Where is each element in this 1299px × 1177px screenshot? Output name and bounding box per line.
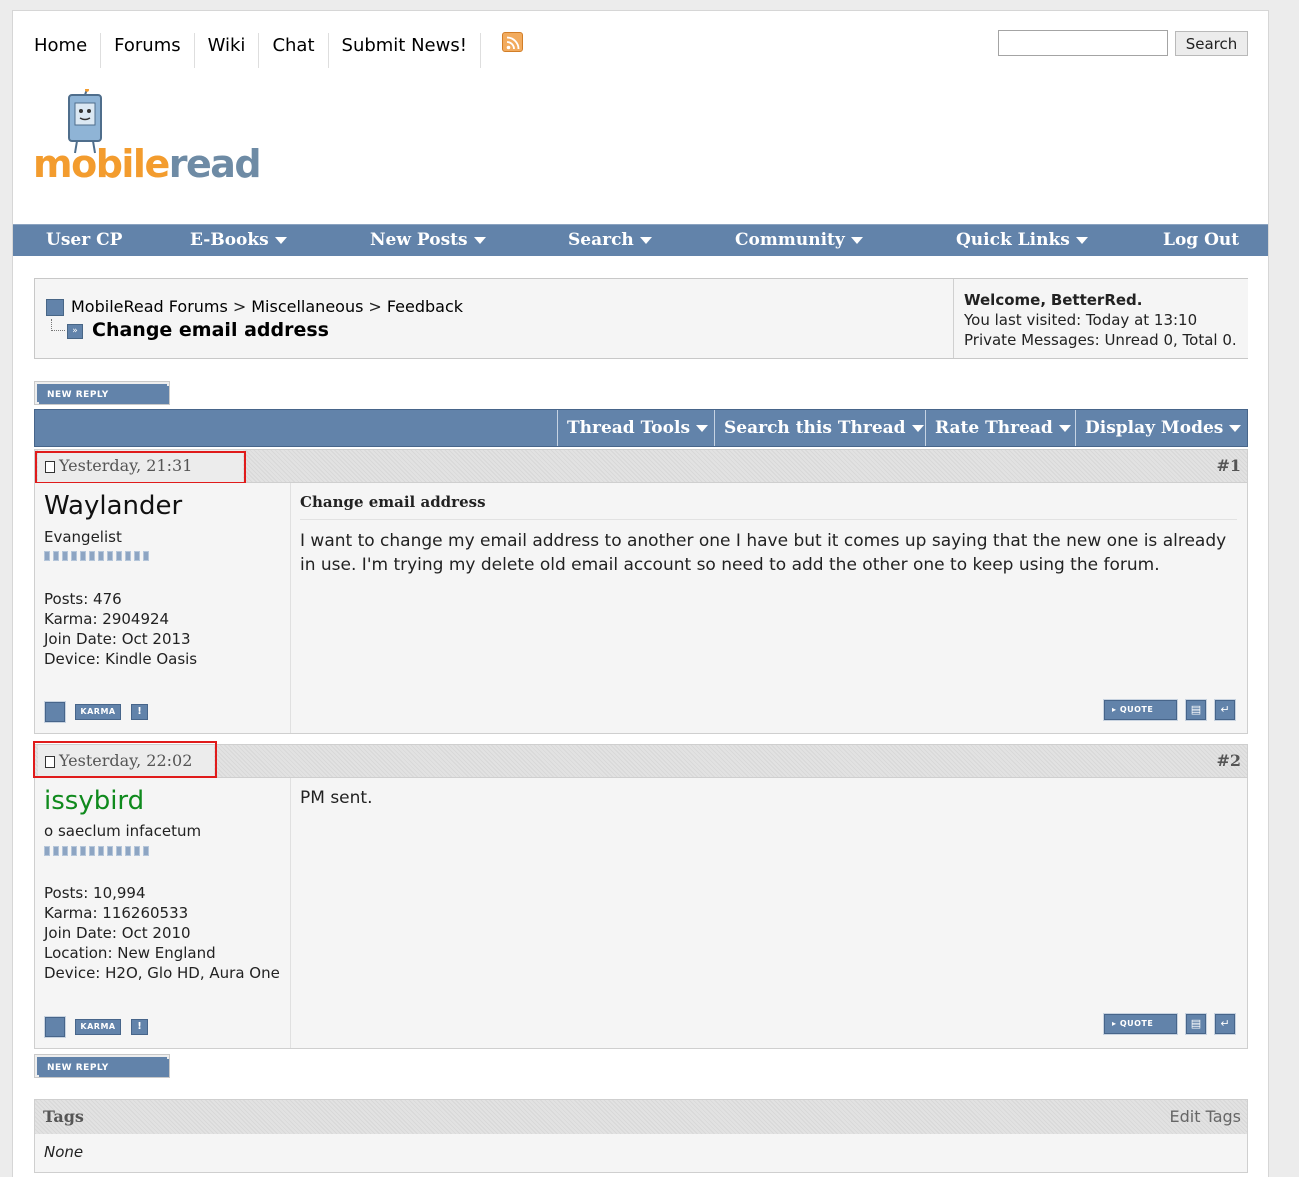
page-container: Home Forums Wiki Chat Submit News! Searc… xyxy=(12,10,1269,1177)
navigation-box: MobileRead Forums > Miscellaneous > Feedback… xyxy=(34,278,1248,359)
highlight-box xyxy=(35,451,246,484)
top-navigation: Home Forums Wiki Chat Submit News! xyxy=(21,33,481,71)
title-divider xyxy=(300,519,1237,520)
rss-icon[interactable] xyxy=(502,32,523,52)
nav-wiki-link[interactable]: Wiki xyxy=(195,33,260,68)
welcome-username[interactable]: BetterRed. xyxy=(1051,291,1143,309)
last-visited: You last visited: Today at 13:10 xyxy=(964,311,1198,329)
user-title: o saeclum infacetum xyxy=(44,822,202,840)
highlight-box xyxy=(33,741,217,778)
post-number[interactable]: #2 xyxy=(1216,745,1241,777)
reputation-bar xyxy=(44,846,149,858)
karma-button[interactable]: KARMA xyxy=(75,704,121,720)
tags-panel: Tags Edit Tags None xyxy=(34,1099,1248,1173)
logo-text: mobileread xyxy=(33,142,262,186)
search-thread-menu[interactable]: Search this Thread xyxy=(714,410,925,446)
dropdown-arrow-icon xyxy=(639,237,652,244)
tags-header: Tags Edit Tags xyxy=(35,1100,1247,1134)
breadcrumb-feedback[interactable]: Feedback xyxy=(387,297,463,316)
quote-button[interactable]: ▸ QUOTE xyxy=(1103,1013,1178,1035)
dropdown-arrow-icon xyxy=(473,237,486,244)
menu-quick-links[interactable]: Quick Links xyxy=(956,225,1088,256)
dropdown-arrow-icon xyxy=(911,425,924,432)
post-username[interactable]: Waylander xyxy=(44,491,182,521)
nav-chat-link[interactable]: Chat xyxy=(259,33,329,68)
tree-connector xyxy=(51,319,65,331)
dropdown-arrow-icon xyxy=(274,237,287,244)
forum-home-icon[interactable] xyxy=(46,299,64,316)
menu-ebooks[interactable]: E-Books xyxy=(190,225,287,256)
user-stats: Posts: 10,994 Karma: 116260533 Join Date… xyxy=(44,884,280,982)
nav-home-link[interactable]: Home xyxy=(21,33,102,68)
breadcrumb-miscellaneous[interactable]: Miscellaneous xyxy=(251,297,363,316)
search-button[interactable]: Search xyxy=(1175,31,1248,56)
user-stats: Posts: 476 Karma: 2904924 Join Date: Oct… xyxy=(44,590,198,668)
private-messages[interactable]: Private Messages: Unread 0, Total 0. xyxy=(964,330,1248,350)
post-username[interactable]: issybird xyxy=(44,786,144,816)
main-menu-bar: User CP E-Books New Posts Search Communi… xyxy=(13,224,1268,256)
mobileread-logo[interactable]: mobileread xyxy=(31,89,262,193)
multiquote-icon[interactable]: ▤ xyxy=(1185,1013,1207,1035)
edit-tags-link[interactable]: Edit Tags xyxy=(1170,1100,1242,1134)
quick-reply-icon[interactable]: ↵ xyxy=(1214,1013,1236,1035)
reputation-bar xyxy=(44,551,149,563)
display-modes-menu[interactable]: Display Modes xyxy=(1075,410,1247,446)
thread-arrow-icon: » xyxy=(67,324,83,339)
message-pane: PM sent. ▸ QUOTE ▤ ↵ xyxy=(291,778,1247,1048)
welcome-line: Welcome, BetterRed. xyxy=(964,291,1143,309)
report-post-icon[interactable]: ! xyxy=(131,704,148,720)
dropdown-arrow-icon xyxy=(850,237,863,244)
menu-new-posts[interactable]: New Posts xyxy=(370,225,486,256)
menu-community[interactable]: Community xyxy=(735,225,863,256)
rate-thread-menu[interactable]: Rate Thread xyxy=(925,410,1075,446)
menu-search[interactable]: Search xyxy=(568,225,652,256)
new-reply-button[interactable]: ▸ NEW REPLY xyxy=(34,1054,170,1078)
user-title: Evangelist xyxy=(44,528,122,546)
user-profile-icon[interactable] xyxy=(44,701,66,723)
dropdown-arrow-icon xyxy=(1058,425,1071,432)
user-info-pane: issybird o saeclum infacetum Posts: 10,9… xyxy=(35,778,291,1048)
quote-button[interactable]: ▸ QUOTE xyxy=(1103,699,1178,721)
dropdown-arrow-icon xyxy=(696,425,709,432)
report-post-icon[interactable]: ! xyxy=(131,1019,148,1035)
post-number[interactable]: #1 xyxy=(1216,450,1241,482)
user-info-pane: Waylander Evangelist Posts: 476 Karma: 2… xyxy=(35,483,291,733)
post-body: Waylander Evangelist Posts: 476 Karma: 2… xyxy=(34,483,1248,734)
search-input[interactable] xyxy=(998,30,1168,56)
new-reply-button[interactable]: ▸ NEW REPLY xyxy=(34,381,170,405)
post-body: issybird o saeclum infacetum Posts: 10,9… xyxy=(34,778,1248,1049)
nav-submit-news-link[interactable]: Submit News! xyxy=(329,33,481,68)
message-pane: Change email address I want to change my… xyxy=(291,483,1247,733)
post-message: I want to change my email address to ano… xyxy=(300,531,1227,575)
post-message: PM sent. xyxy=(300,788,373,808)
quick-reply-icon[interactable]: ↵ xyxy=(1214,699,1236,721)
page-title: Change email address xyxy=(92,319,329,341)
tags-title: Tags xyxy=(43,1107,84,1126)
dropdown-arrow-icon xyxy=(1075,237,1088,244)
nav-forums-link[interactable]: Forums xyxy=(101,33,195,68)
welcome-panel: Welcome, BetterRed. You last visited: To… xyxy=(953,279,1248,358)
tags-value: None xyxy=(44,1143,84,1161)
menu-user-cp[interactable]: User CP xyxy=(46,225,122,256)
dropdown-arrow-icon xyxy=(1229,425,1242,432)
menu-log-out[interactable]: Log Out xyxy=(1163,225,1239,256)
thread-toolbar: Thread Tools Search this Thread Rate Thr… xyxy=(34,409,1248,447)
breadcrumb: MobileRead Forums > Miscellaneous > Feedback xyxy=(71,297,464,316)
multiquote-icon[interactable]: ▤ xyxy=(1185,699,1207,721)
breadcrumb-mobileread-forums[interactable]: MobileRead Forums xyxy=(71,297,228,316)
user-profile-icon[interactable] xyxy=(44,1016,66,1038)
post-title: Change email address xyxy=(300,493,486,511)
thread-tools-menu[interactable]: Thread Tools xyxy=(557,410,715,446)
karma-button[interactable]: KARMA xyxy=(75,1019,121,1035)
